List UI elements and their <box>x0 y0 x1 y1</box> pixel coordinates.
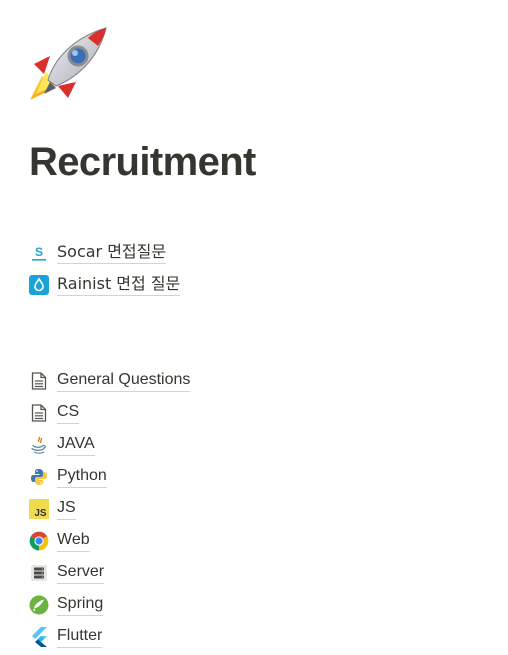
server-icon <box>28 562 50 584</box>
spring-icon <box>28 594 50 616</box>
page-link-label[interactable]: Web <box>57 530 90 552</box>
page-link-cs[interactable]: CS <box>28 400 80 426</box>
chrome-icon <box>28 530 50 552</box>
svg-text:S: S <box>35 245 43 259</box>
rainist-drop-icon <box>28 274 50 296</box>
page-link-js[interactable]: JS JS <box>28 496 76 522</box>
page-link-rainist[interactable]: Rainist 면접 질문 <box>28 272 181 298</box>
page-link-label[interactable]: Flutter <box>57 626 103 648</box>
rocket-icon[interactable] <box>28 24 110 102</box>
page-link-label[interactable]: Spring <box>57 594 104 616</box>
page-link-flutter[interactable]: Flutter <box>28 624 103 650</box>
page-link-socar[interactable]: S Socar 면접질문 <box>28 240 167 266</box>
flutter-icon <box>28 626 50 648</box>
python-icon <box>28 466 50 488</box>
page-link-label[interactable]: CS <box>57 402 80 424</box>
page-link-label[interactable]: Socar 면접질문 <box>57 242 167 264</box>
page-link-label[interactable]: JS <box>57 498 76 520</box>
page-link-label[interactable]: JAVA <box>57 434 95 456</box>
document-icon <box>28 370 50 392</box>
page-title: Recruitment <box>29 140 256 184</box>
page-link-server[interactable]: Server <box>28 560 105 586</box>
document-icon <box>28 402 50 424</box>
page-link-label[interactable]: Rainist 면접 질문 <box>57 274 181 296</box>
page-link-java[interactable]: JAVA <box>28 432 95 458</box>
java-icon <box>28 434 50 456</box>
svg-text:JS: JS <box>34 508 47 519</box>
page-link-web[interactable]: Web <box>28 528 90 554</box>
page-link-label[interactable]: Server <box>57 562 105 584</box>
page-link-label[interactable]: General Questions <box>57 370 191 392</box>
page-link-spring[interactable]: Spring <box>28 592 104 618</box>
page-link-python[interactable]: Python <box>28 464 107 490</box>
javascript-icon: JS <box>28 498 50 520</box>
socar-icon: S <box>28 242 50 264</box>
page-link-general-questions[interactable]: General Questions <box>28 368 191 394</box>
page-link-label[interactable]: Python <box>57 466 107 488</box>
